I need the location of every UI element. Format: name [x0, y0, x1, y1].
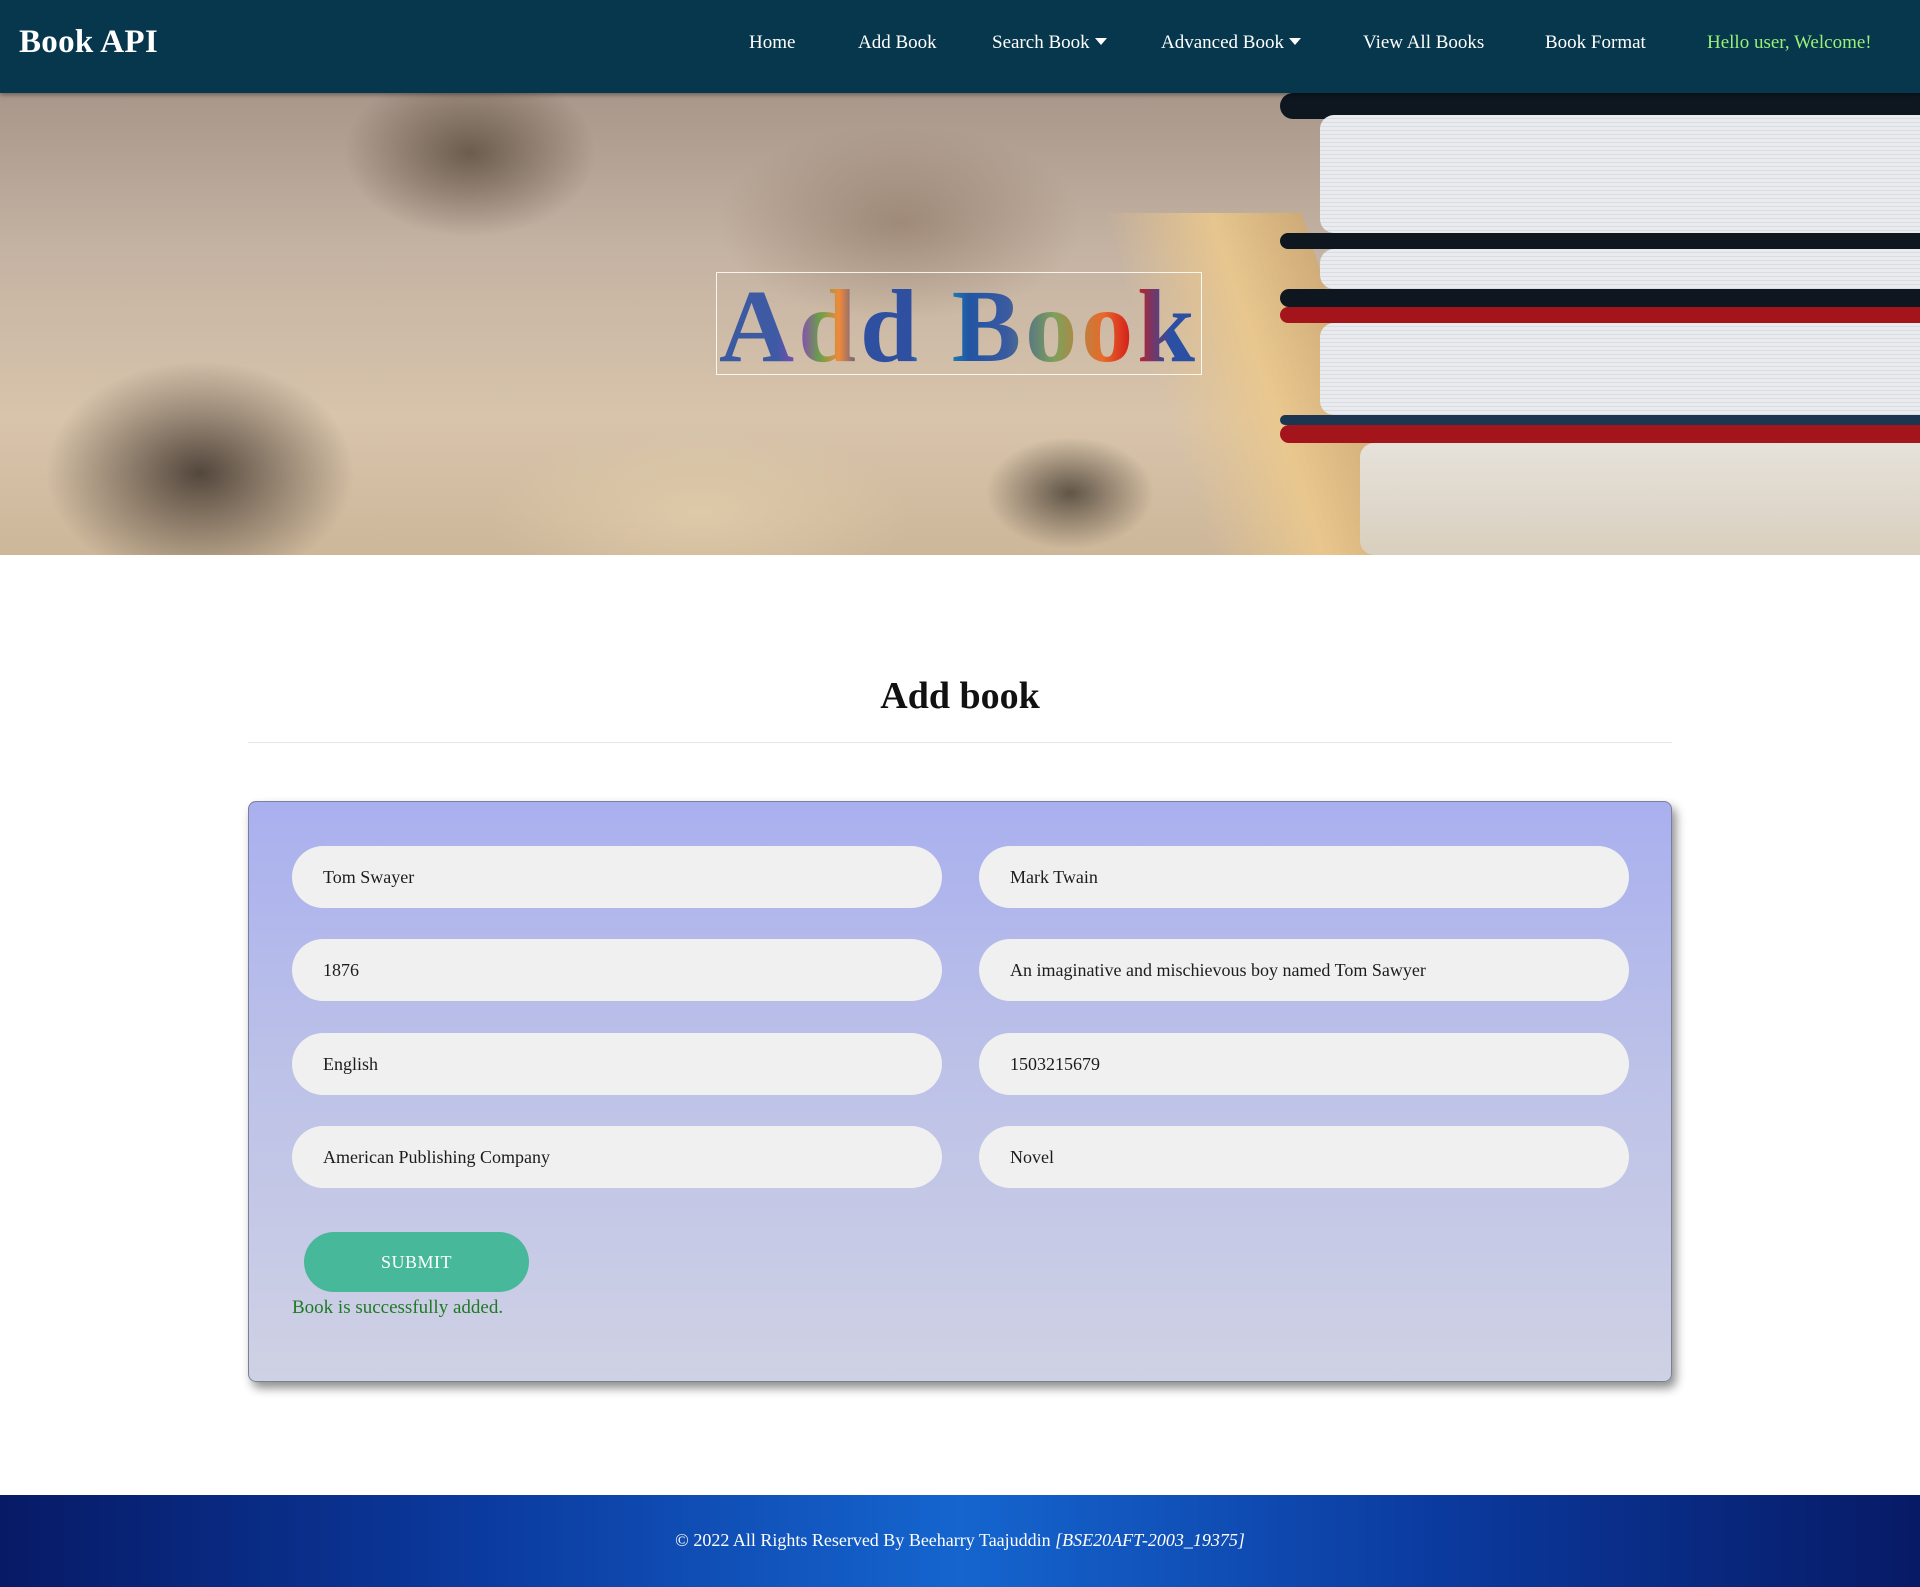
nav-view-all-books[interactable]: View All Books — [1363, 32, 1484, 54]
language-field[interactable] — [292, 1033, 942, 1095]
footer: © 2022 All Rights Reserved By Beeharry T… — [0, 1495, 1920, 1587]
nav-search-book-label: Search Book — [992, 32, 1090, 53]
add-book-form: SUBMIT Book is successfully added. — [248, 801, 1672, 1382]
footer-copyright-text: © 2022 All Rights Reserved By Beeharry T… — [675, 1529, 1056, 1550]
success-message: Book is successfully added. — [292, 1297, 504, 1318]
genre-field[interactable] — [979, 1126, 1629, 1188]
nav-search-book-dropdown[interactable]: Search Book — [992, 32, 1107, 54]
navbar: Book API Home Add Book Search Book Advan… — [0, 0, 1920, 93]
caret-down-icon — [1288, 38, 1301, 46]
welcome-message: Hello user, Welcome! — [1707, 32, 1872, 53]
author-field[interactable] — [979, 846, 1629, 908]
hero-banner: Add Book — [0, 93, 1920, 555]
isbn-field[interactable] — [979, 1033, 1629, 1095]
caret-down-icon — [1094, 38, 1107, 46]
hero-title: Add Book — [719, 268, 1199, 384]
title-divider — [248, 742, 1672, 743]
description-field[interactable] — [979, 939, 1629, 1001]
year-field[interactable] — [292, 939, 942, 1001]
nav-home[interactable]: Home — [749, 32, 795, 54]
nav-advanced-book-dropdown[interactable]: Advanced Book — [1161, 32, 1301, 54]
footer-student-id: [BSE20AFT-2003_19375] — [1055, 1529, 1245, 1550]
brand-logo[interactable]: Book API — [19, 24, 158, 61]
nav-book-format[interactable]: Book Format — [1545, 32, 1646, 54]
title-field[interactable] — [292, 846, 942, 908]
page-title: Add book — [880, 675, 1040, 717]
hero-title-box: Add Book — [716, 272, 1202, 378]
nav-add-book[interactable]: Add Book — [858, 32, 937, 54]
nav-advanced-book-label: Advanced Book — [1161, 32, 1284, 53]
footer-copyright: © 2022 All Rights Reserved By Beeharry T… — [675, 1530, 1245, 1551]
submit-button[interactable]: SUBMIT — [304, 1232, 529, 1292]
hero-book-stack-image — [1101, 93, 1920, 555]
publisher-field[interactable] — [292, 1126, 942, 1188]
